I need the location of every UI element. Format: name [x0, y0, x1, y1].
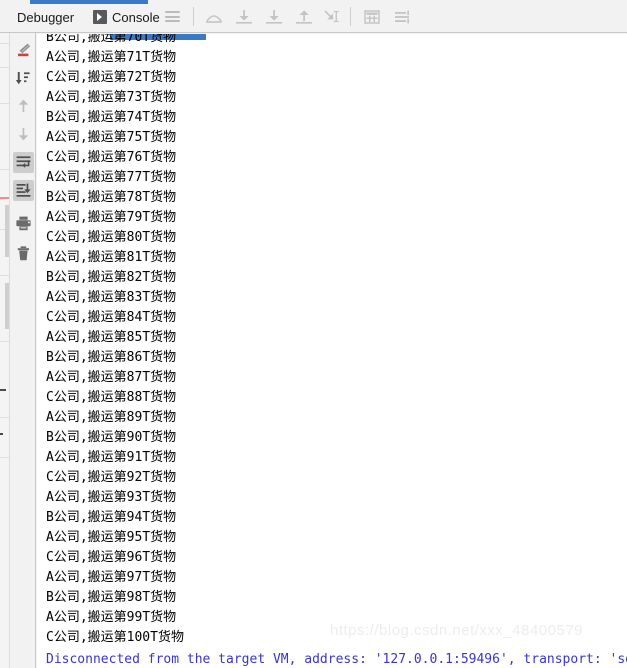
console-line: A公司,搬运第77T货物: [46, 170, 177, 185]
console-line-system: Disconnected from the target VM, address…: [46, 652, 627, 667]
console-output[interactable]: B公司,搬运第70T货物 A公司,搬运第71T货物 C公司,搬运第72T货物 A…: [37, 34, 627, 668]
console-line: A公司,搬运第99T货物: [46, 610, 177, 625]
console-line: B公司,搬运第90T货物: [46, 430, 177, 445]
run-to-cursor-button[interactable]: [322, 8, 342, 26]
printer-icon: [16, 216, 31, 231]
step-over-button[interactable]: [204, 8, 224, 26]
console-line: A公司,搬运第81T货物: [46, 250, 177, 265]
console-line: C公司,搬运第96T货物: [46, 550, 177, 565]
marker-pen-icon: [18, 43, 31, 57]
scroll-to-end-icon: [16, 183, 31, 197]
sort-button[interactable]: [13, 68, 34, 89]
console-line: C公司,搬运第92T货物: [46, 470, 177, 485]
console-line: C公司,搬运第76T货物: [46, 150, 177, 165]
settings-button[interactable]: [392, 8, 412, 26]
step-into-icon: [236, 10, 252, 24]
console-line: A公司,搬运第71T货物: [46, 50, 177, 65]
console-line: A公司,搬运第93T货物: [46, 490, 177, 505]
console-line: C公司,搬运第88T货物: [46, 390, 177, 405]
soft-wrap-icon: [16, 156, 31, 168]
sliders-icon: [395, 10, 409, 24]
console-line: A公司,搬运第89T货物: [46, 410, 177, 425]
console-line: A公司,搬运第85T货物: [46, 330, 177, 345]
scroll-to-end-button[interactable]: [13, 180, 34, 201]
console-line: B公司,搬运第74T货物: [46, 110, 177, 125]
console-line: A公司,搬运第79T货物: [46, 210, 177, 225]
console-line: B公司,搬运第78T货物: [46, 190, 177, 205]
tab-debugger-label: Debugger: [17, 9, 75, 25]
console-line: A公司,搬运第87T货物: [46, 370, 177, 385]
collapsed-panel-sliver: [0, 33, 10, 668]
console-side-toolbar: [10, 33, 36, 668]
console-line: B公司,搬运第86T货物: [46, 350, 177, 365]
soft-wrap-button[interactable]: [13, 152, 34, 173]
console-line: A公司,搬运第91T货物: [46, 450, 177, 465]
clear-all-button[interactable]: [13, 243, 34, 264]
hamburger-line: [165, 15, 180, 18]
console-line: C公司,搬运第72T货物: [46, 70, 177, 85]
print-button[interactable]: [13, 213, 34, 234]
console-line: B公司,搬运第94T货物: [46, 510, 177, 525]
console-line: A公司,搬运第83T货物: [46, 290, 177, 305]
scroll-up-button[interactable]: [13, 96, 34, 117]
console-line: C公司,搬运第84T货物: [46, 310, 177, 325]
sort-lines-icon: [15, 72, 30, 85]
scroll-down-button[interactable]: [13, 124, 34, 145]
toolbar-separator: [350, 7, 351, 26]
toolbar-separator: [193, 7, 194, 26]
tab-console-label: Console: [112, 9, 160, 25]
evaluate-expression-button[interactable]: [362, 8, 382, 26]
hamburger-line: [165, 20, 180, 22]
console-line: A公司,搬运第95T货物: [46, 530, 177, 545]
arrow-down-icon: [18, 128, 29, 141]
console-line: C公司,搬运第80T货物: [46, 230, 177, 245]
console-line: C公司,搬运第100T货物: [46, 630, 184, 645]
active-tab-indicator: [30, 0, 148, 4]
step-out-button[interactable]: [294, 8, 314, 26]
console-line: A公司,搬运第97T货物: [46, 570, 177, 585]
arrow-up-icon: [18, 99, 29, 112]
console-line: B公司,搬运第70T货物: [46, 34, 177, 45]
tab-console[interactable]: Console: [93, 7, 160, 27]
step-into-button[interactable]: [234, 8, 254, 26]
hamburger-icon[interactable]: [165, 11, 180, 22]
console-line: B公司,搬运第82T货物: [46, 270, 177, 285]
hamburger-line: [165, 11, 180, 13]
force-step-into-button[interactable]: [264, 8, 284, 26]
console-line: B公司,搬运第98T货物: [46, 590, 177, 605]
tab-bar: Debugger Console: [0, 0, 627, 33]
step-over-icon: [206, 15, 222, 23]
grid-icon: [364, 10, 380, 24]
step-out-icon: [296, 10, 312, 24]
force-step-into-icon: [266, 10, 282, 24]
console-line: A公司,搬运第75T货物: [46, 130, 177, 145]
trash-icon: [17, 246, 29, 261]
run-to-cursor-icon: [324, 10, 339, 23]
console-icon: [93, 10, 107, 24]
debugger-console-window: Debugger Console B公司,搬运第70T货物 A公司,搬运第71T…: [0, 0, 627, 668]
tab-debugger[interactable]: Debugger: [17, 7, 74, 27]
watermark: https://blog.csdn.net/xxx_48400579: [330, 622, 584, 639]
console-line: A公司,搬运第73T货物: [46, 90, 177, 105]
highlight-button[interactable]: [13, 40, 34, 61]
